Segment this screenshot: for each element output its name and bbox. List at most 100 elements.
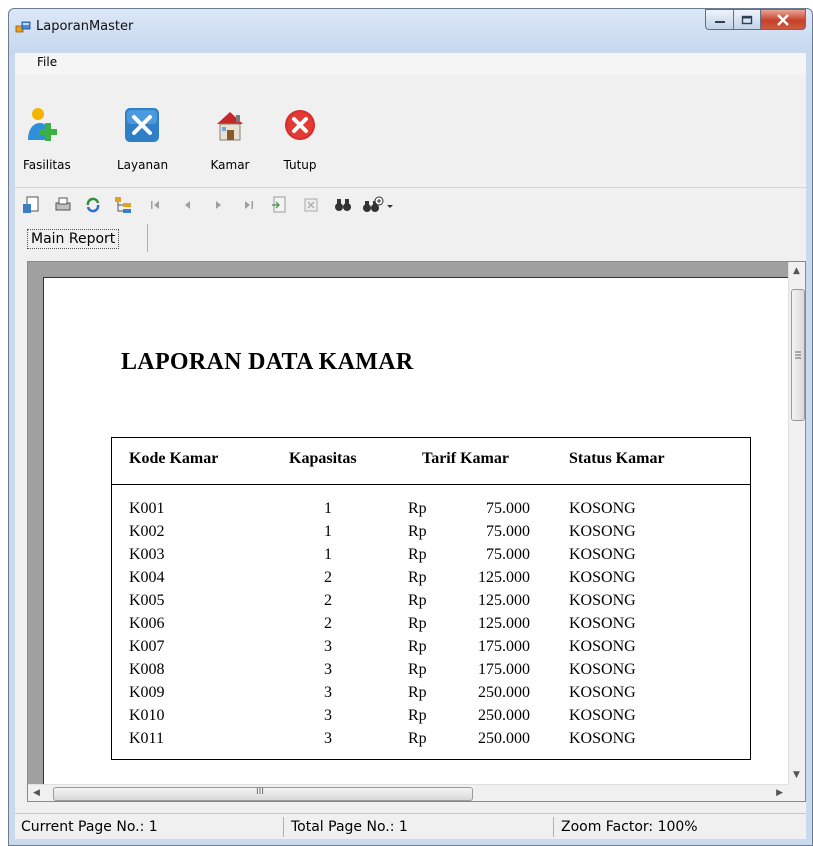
cell-kapasitas: 3 (324, 684, 332, 701)
scroll-grip-label: III (256, 787, 264, 797)
layanan-label: Layanan (117, 158, 169, 172)
table-row: K010 3 Rp 250.000 KOSONG (112, 707, 750, 730)
menu-bar: File (15, 53, 806, 75)
export-icon (23, 196, 39, 213)
fasilitas-label: Fasilitas (23, 158, 71, 172)
header-kapasitas: Kapasitas (289, 450, 357, 467)
search-button[interactable] (333, 195, 353, 215)
prev-page-button[interactable] (177, 195, 197, 215)
scroll-right-arrow-icon[interactable]: ▶ (776, 788, 783, 798)
report-title: LAPORAN DATA KAMAR (121, 349, 414, 375)
export-button[interactable] (21, 195, 41, 215)
cell-currency: Rp (408, 707, 427, 724)
cell-currency: Rp (408, 638, 427, 655)
layanan-button[interactable]: Layanan (117, 106, 169, 178)
goto-page-button[interactable] (269, 195, 289, 215)
table-row: K002 1 Rp 75.000 KOSONG (112, 523, 750, 546)
cell-currency: Rp (408, 730, 427, 747)
refresh-button[interactable] (83, 195, 103, 215)
kamar-label: Kamar (210, 158, 250, 172)
cell-tarif-kamar: 250.000 (478, 707, 530, 724)
group-tree-button[interactable] (113, 195, 133, 215)
refresh-icon (86, 197, 100, 213)
table-row: K003 1 Rp 75.000 KOSONG (112, 546, 750, 569)
zoom-dropdown[interactable] (361, 195, 397, 215)
minimize-button[interactable] (705, 9, 733, 30)
prev-page-icon (185, 201, 190, 209)
scroll-corner (788, 784, 805, 801)
cell-kode-kamar: K003 (129, 546, 165, 563)
next-page-icon (216, 201, 221, 209)
maximize-icon (741, 15, 753, 24)
last-page-button[interactable] (239, 195, 259, 215)
cell-status-kamar: KOSONG (569, 684, 636, 701)
tutup-button[interactable]: Tutup (280, 106, 320, 178)
table-row: K005 2 Rp 125.000 KOSONG (112, 592, 750, 615)
table-row: K004 2 Rp 125.000 KOSONG (112, 569, 750, 592)
scroll-down-arrow-icon[interactable]: ▼ (793, 770, 800, 780)
cell-kapasitas: 3 (324, 661, 332, 678)
last-page-icon (245, 201, 253, 209)
cell-tarif-kamar: 175.000 (478, 661, 530, 678)
table-row: K009 3 Rp 250.000 KOSONG (112, 684, 750, 707)
cell-status-kamar: KOSONG (569, 592, 636, 609)
cell-currency: Rp (408, 546, 427, 563)
vertical-scroll-thumb[interactable] (791, 289, 805, 421)
cell-kapasitas: 1 (324, 546, 332, 563)
cell-kode-kamar: K002 (129, 523, 165, 540)
report-document-area: LAPORAN DATA KAMAR Kode Kamar Kapasitas … (27, 261, 806, 802)
cell-status-kamar: KOSONG (569, 523, 636, 540)
close-circle-icon (285, 110, 315, 140)
kamar-button[interactable]: Kamar (207, 106, 253, 178)
first-page-icon (151, 201, 159, 209)
table-header: Kode Kamar Kapasitas Tarif Kamar Status … (112, 438, 750, 485)
cell-tarif-kamar: 125.000 (478, 569, 530, 586)
window-title: LaporanMaster (36, 19, 134, 34)
close-window-button[interactable] (760, 9, 806, 30)
table-row: K011 3 Rp 250.000 KOSONG (112, 730, 750, 753)
client-area: Fasilitas Layanan Kamar Tutup Main Repor… (15, 75, 806, 839)
scroll-left-arrow-icon[interactable]: ◀ (33, 788, 40, 798)
zoom-icon (363, 196, 393, 212)
table-row: K006 2 Rp 125.000 KOSONG (112, 615, 750, 638)
cell-kapasitas: 3 (324, 638, 332, 655)
cell-currency: Rp (408, 661, 427, 678)
cell-status-kamar: KOSONG (569, 546, 636, 563)
cell-tarif-kamar: 75.000 (486, 500, 530, 517)
tools-icon (125, 108, 159, 142)
cell-kode-kamar: K010 (129, 707, 165, 724)
stop-button[interactable] (301, 195, 321, 215)
cell-kapasitas: 1 (324, 523, 332, 540)
cell-kode-kamar: K008 (129, 661, 165, 678)
group-tree-icon (115, 197, 131, 213)
print-button[interactable] (53, 195, 73, 215)
tab-main-report[interactable]: Main Report (27, 224, 148, 252)
title-bar[interactable]: LaporanMaster (9, 9, 812, 55)
cell-tarif-kamar: 75.000 (486, 546, 530, 563)
table-row: K007 3 Rp 175.000 KOSONG (112, 638, 750, 661)
cell-kode-kamar: K001 (129, 500, 165, 517)
next-page-button[interactable] (209, 195, 229, 215)
menu-file[interactable]: File (37, 55, 57, 69)
scroll-up-arrow-icon[interactable]: ▲ (793, 266, 800, 276)
cell-tarif-kamar: 250.000 (478, 684, 530, 701)
print-icon (55, 197, 71, 211)
search-icon (335, 199, 351, 211)
report-viewer-toolbar (15, 189, 806, 225)
cell-tarif-kamar: 75.000 (486, 523, 530, 540)
cell-status-kamar: KOSONG (569, 661, 636, 678)
cell-currency: Rp (408, 684, 427, 701)
horizontal-scroll-thumb[interactable]: III (53, 787, 473, 801)
room-table: Kode Kamar Kapasitas Tarif Kamar Status … (111, 437, 751, 760)
maximize-button[interactable] (733, 9, 760, 30)
cell-currency: Rp (408, 500, 427, 517)
fasilitas-button[interactable]: Fasilitas (23, 106, 71, 178)
report-page: LAPORAN DATA KAMAR Kode Kamar Kapasitas … (43, 277, 790, 801)
total-page-status: Total Page No.: 1 (291, 819, 408, 835)
status-divider (283, 817, 284, 837)
cell-currency: Rp (408, 592, 427, 609)
vertical-scrollbar[interactable]: ▲ ▼ (788, 262, 805, 784)
horizontal-scrollbar[interactable]: ◀ III ▶ (28, 784, 788, 801)
status-bar: Current Page No.: 1 Total Page No.: 1 Zo… (15, 813, 806, 839)
first-page-button[interactable] (145, 195, 165, 215)
